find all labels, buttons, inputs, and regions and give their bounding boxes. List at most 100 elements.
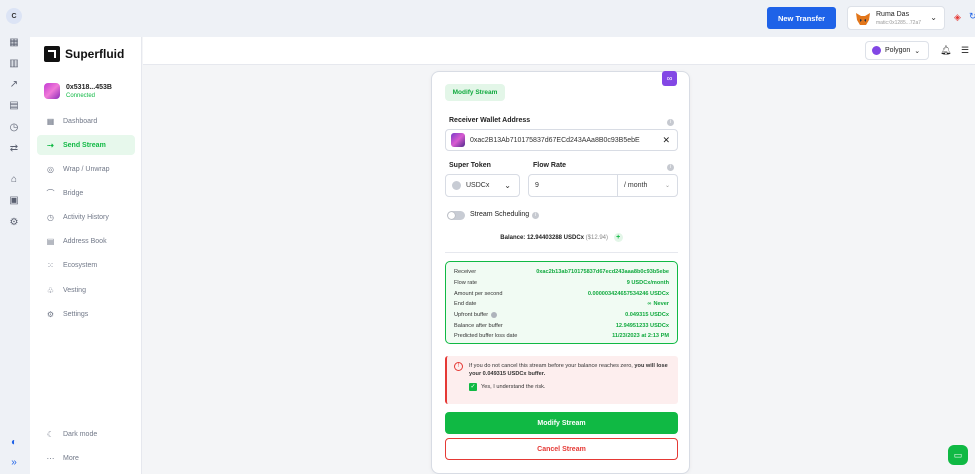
- info-icon[interactable]: [491, 312, 498, 319]
- bell-icon[interactable]: 🔔︎: [940, 45, 951, 56]
- dark-mode-toggle[interactable]: ☾ Dark mode: [37, 424, 135, 444]
- summary-key: Upfront buffer: [454, 312, 498, 319]
- menu-collapse-icon[interactable]: ☰: [961, 45, 969, 56]
- sidebar-item-label: Send Stream: [63, 141, 106, 149]
- chevron-down-icon: ⌄: [504, 181, 511, 190]
- summary-key: Receiver: [454, 269, 477, 276]
- stream-summary: Receiver 0xac2b13ab710175837d67ecd243aaa8…: [445, 261, 678, 344]
- account-name: Ruma Das: [876, 11, 910, 18]
- modify-stream-button[interactable]: Modify Stream: [445, 412, 678, 434]
- swap-icon[interactable]: ⇄: [8, 143, 20, 155]
- flow-rate-value: 9: [535, 182, 539, 189]
- warning-text: If you do not cancel this stream before …: [469, 363, 635, 369]
- apps-icon[interactable]: ▦: [8, 37, 20, 49]
- moon-icon: ☾: [46, 429, 55, 439]
- sidebar-item-label: Dashboard: [63, 117, 98, 125]
- expand-icon[interactable]: »: [8, 457, 20, 469]
- network-name: Polygon: [885, 47, 911, 54]
- usdc-token-icon: [452, 181, 461, 190]
- sidebar-item-label: Vesting: [63, 286, 86, 294]
- close-icon[interactable]: ✕: [662, 135, 670, 146]
- summary-value: 11/23/2023 at 2:13 PM: [612, 333, 669, 340]
- wallet-info[interactable]: 0x5318...453B Connected: [44, 83, 112, 99]
- flow-rate-input[interactable]: 9: [528, 174, 618, 197]
- risk-acknowledgement[interactable]: ✓ Yes, I understand the risk.: [469, 383, 545, 391]
- more-label: More: [63, 454, 79, 462]
- balance-text: Balance: 12.94403288 USDCx: [500, 235, 584, 241]
- sidebar-item-label: Ecosystem: [63, 261, 98, 269]
- logo-text: Superfluid: [65, 47, 125, 61]
- summary-key: Amount per second: [454, 290, 503, 297]
- summary-row: Balance after buffer 12.94951233 USDCx: [454, 320, 669, 331]
- dark-mode-label: Dark mode: [63, 430, 98, 438]
- cancel-stream-button[interactable]: Cancel Stream: [445, 438, 678, 460]
- summary-key: Predicted buffer loss date: [454, 333, 518, 340]
- profile-avatar[interactable]: C: [6, 8, 22, 24]
- receiver-address-field[interactable]: 0xac2B13Ab710175837d67ECd243AAa8B0c93B5e…: [445, 129, 678, 151]
- bridge-icon: ⌒: [46, 188, 55, 198]
- settings-icon[interactable]: ⚙: [8, 217, 20, 229]
- summary-key: Balance after buffer: [454, 322, 503, 329]
- super-token-value: USDCx: [466, 182, 490, 189]
- super-token-select[interactable]: USDCx ⌄: [445, 174, 520, 197]
- document-icon[interactable]: ▤: [8, 100, 20, 112]
- history-icon[interactable]: ◷: [8, 122, 20, 134]
- sidebar-item-ecosystem[interactable]: ⁙ Ecosystem: [37, 255, 135, 275]
- modify-stream-card: ∞ Modify Stream Receiver Wallet Address …: [431, 71, 690, 474]
- sidebar-item-label: Address Book: [63, 237, 107, 245]
- theme-icon[interactable]: ◐: [8, 437, 20, 449]
- summary-row: End date ∞ Never: [454, 299, 669, 310]
- sidebar-item-label: Wrap / Unwrap: [63, 165, 110, 173]
- summary-value: 0xac2b13ab710175837d67ecd243aaa8b0c93b5e…: [536, 269, 669, 276]
- summary-key: End date: [454, 301, 477, 308]
- history-icon: ◷: [47, 212, 54, 222]
- chart-icon[interactable]: ▥: [8, 58, 20, 70]
- flow-rate-unit: / month: [624, 182, 648, 189]
- contacts-icon[interactable]: ▣: [8, 195, 20, 207]
- summary-row: Receiver 0xac2b13ab710175837d67ecd243aaa8…: [454, 267, 669, 278]
- sidebar-item-send-stream[interactable]: ⇢ Send Stream: [37, 135, 135, 155]
- receiver-address-value: 0xac2B13Ab710175837d67ECd243AAa8B0c93B5e…: [470, 136, 640, 144]
- network-selector[interactable]: Polygon ⌄: [865, 41, 929, 60]
- info-icon[interactable]: i: [667, 119, 674, 126]
- stream-scheduling-toggle[interactable]: [447, 211, 465, 220]
- bank-icon[interactable]: ⌂: [8, 174, 20, 186]
- more-menu[interactable]: ⋯ More: [37, 448, 135, 468]
- link-icon[interactable]: ∞: [662, 71, 677, 86]
- info-icon[interactable]: i: [667, 164, 674, 171]
- chevron-down-icon: ⌄: [930, 13, 937, 22]
- sidebar-item-activity-history[interactable]: ◷ Activity History: [37, 207, 135, 227]
- info-icon[interactable]: i: [532, 212, 539, 219]
- send-icon: ⇢: [47, 140, 54, 150]
- superfluid-logo[interactable]: Superfluid: [44, 46, 124, 62]
- summary-value: 9 USDCx/month: [626, 280, 669, 287]
- sidebar-item-bridge[interactable]: ⌒ Bridge: [37, 183, 135, 203]
- dashboard-icon: ▦: [46, 116, 55, 126]
- sidebar-item-vesting[interactable]: ♧ Vesting: [37, 280, 135, 300]
- summary-value: ∞ Never: [647, 301, 669, 307]
- chevron-down-icon: ⌄: [914, 47, 921, 55]
- sidebar-item-label: Bridge: [63, 189, 84, 197]
- line-chart-icon[interactable]: ↗: [8, 79, 20, 91]
- sidebar-item-wrap-unwrap[interactable]: ◎ Wrap / Unwrap: [37, 159, 135, 179]
- address-book-icon: ▤: [46, 236, 55, 246]
- new-transfer-button[interactable]: New Transfer: [767, 7, 836, 29]
- flow-rate-unit-select[interactable]: / month ⌄: [617, 174, 678, 197]
- scheduling-label: Stream Scheduling: [470, 211, 530, 218]
- refresh-icon[interactable]: ↻: [969, 11, 975, 22]
- summary-value: 0.000003424657534246 USDCx: [587, 290, 669, 297]
- extension-icon[interactable]: ◈: [954, 12, 961, 23]
- summary-row: Predicted buffer loss date 11/23/2023 at …: [454, 331, 669, 342]
- summary-value-text: Never: [653, 301, 669, 308]
- more-icon: ⋯: [46, 453, 55, 463]
- checkbox-checked-icon[interactable]: ✓: [469, 383, 477, 391]
- gear-icon: ⚙: [46, 309, 55, 319]
- superfluid-logo-icon: [44, 46, 60, 62]
- chat-icon[interactable]: ▭: [948, 445, 968, 465]
- sidebar-item-dashboard[interactable]: ▦ Dashboard: [37, 111, 135, 131]
- sidebar-item-settings[interactable]: ⚙ Settings: [37, 304, 135, 324]
- sidebar-item-address-book[interactable]: ▤ Address Book: [37, 231, 135, 251]
- add-funds-icon[interactable]: +: [613, 233, 623, 242]
- wallet-address: 0x5318...453B: [66, 83, 112, 91]
- account-selector[interactable]: Ruma Das matic:0x1285...72a7 ⌄: [847, 6, 945, 30]
